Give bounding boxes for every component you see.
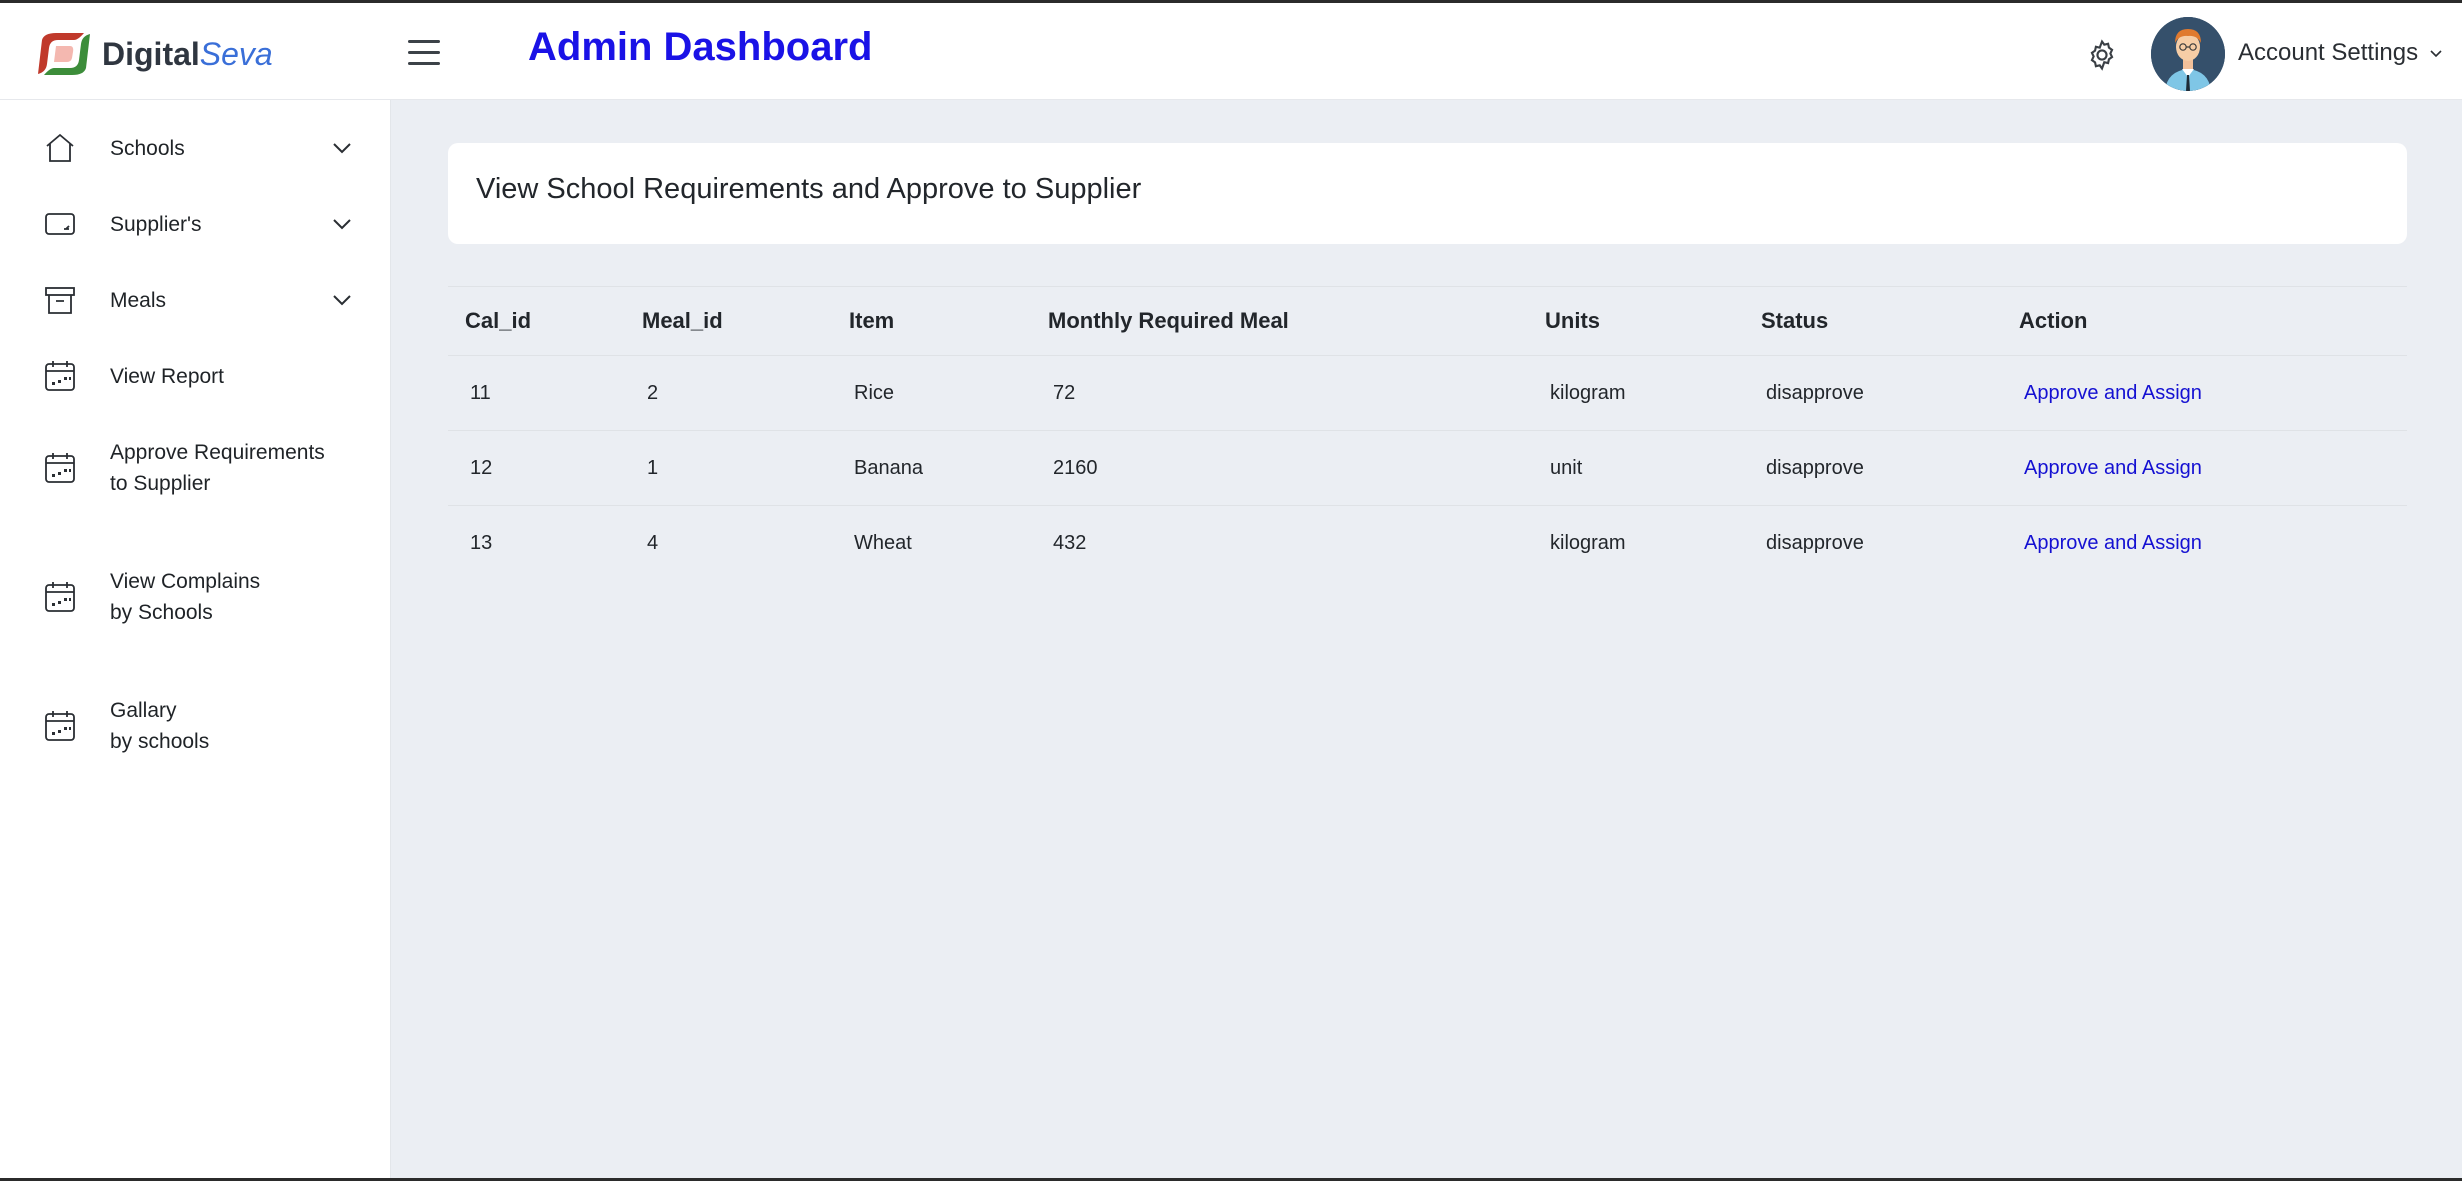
item-cell: Banana: [854, 456, 923, 479]
monthly-required-cell: 432: [1053, 531, 1087, 554]
calendar-icon: [45, 453, 75, 483]
monthly-required-cell: 2160: [1053, 456, 1098, 479]
table-row: 11 2 Rice 72 kilogram disapprove Approve…: [448, 355, 2407, 430]
meal-id-cell: 1: [647, 456, 659, 479]
meal-id-cell: 4: [647, 531, 659, 554]
gear-icon[interactable]: [2085, 38, 2119, 72]
chevron-down-icon: [333, 295, 351, 306]
approve-and-assign-link[interactable]: Approve and Assign: [2024, 457, 2202, 480]
chevron-down-icon: [2430, 50, 2442, 58]
sidebar-item-suppliers[interactable]: Supplier's: [0, 198, 391, 250]
brand-name: DigitalSeva: [102, 35, 273, 72]
status-cell: disapprove: [1766, 381, 1864, 404]
section-header-card: View School Requirements and Approve to …: [448, 143, 2407, 244]
menu-toggle-icon[interactable]: [408, 40, 440, 66]
approve-and-assign-link[interactable]: Approve and Assign: [2024, 532, 2202, 555]
calendar-icon: [45, 711, 75, 741]
sidebar-item-gallary[interactable]: Gallary by schools: [0, 690, 391, 762]
item-cell: Wheat: [854, 531, 912, 554]
cal-id-cell: 12: [470, 456, 493, 479]
archive-icon: [45, 287, 75, 314]
sidebar-item-schools[interactable]: Schools: [0, 122, 391, 174]
avatar[interactable]: [2151, 17, 2225, 91]
status-cell: disapprove: [1766, 456, 1864, 479]
sidebar-item-label: Supplier's: [110, 212, 202, 236]
status-cell: disapprove: [1766, 531, 1864, 554]
sidebar-item-label: Schools: [110, 136, 185, 160]
sidebar-item-label: Approve Requirements to Supplier: [110, 441, 325, 495]
sidebar-item-view-report[interactable]: View Report: [0, 350, 391, 402]
page-title: Admin Dashboard: [528, 25, 873, 69]
sidebar-item-approve-requirements[interactable]: Approve Requirements to Supplier: [0, 432, 391, 504]
sidebar-item-label: View Complains by Schools: [110, 570, 261, 624]
column-header: Monthly Required Meal: [1048, 308, 1289, 333]
table-row: 12 1 Banana 2160 unit disapprove Approve…: [448, 430, 2407, 505]
table-header-row: Cal_id Meal_id Item Monthly Required Mea…: [448, 287, 2407, 355]
column-header: Meal_id: [642, 308, 723, 333]
sidebar-item-meals[interactable]: Meals: [0, 274, 391, 326]
section-title: View School Requirements and Approve to …: [476, 173, 1142, 205]
units-cell: kilogram: [1550, 531, 1626, 554]
sidebar-item-label: Meals: [110, 288, 167, 312]
user-avatar-icon: [2151, 17, 2225, 91]
column-header: Action: [2019, 308, 2088, 333]
sidebar: Schools Supplier's Meals View Report App…: [0, 100, 391, 1178]
sidebar-item-label: View Report: [110, 364, 225, 388]
units-cell: kilogram: [1550, 381, 1626, 404]
column-header: Units: [1545, 308, 1600, 333]
chevron-down-icon: [333, 143, 351, 154]
column-header: Item: [849, 308, 895, 333]
monthly-required-cell: 72: [1053, 381, 1076, 404]
calendar-icon: [45, 361, 75, 391]
account-settings-label: Account Settings: [2238, 39, 2419, 66]
sidebar-item-view-complains[interactable]: View Complains by Schools: [0, 561, 391, 633]
cal-id-cell: 11: [470, 381, 491, 404]
calendar-icon: [45, 582, 75, 612]
requirements-table: Cal_id Meal_id Item Monthly Required Mea…: [448, 286, 2407, 580]
table-row: 13 4 Wheat 432 kilogram disapprove Appro…: [448, 505, 2407, 580]
chevron-down-icon: [333, 219, 351, 230]
brand-logo[interactable]: DigitalSeva: [34, 30, 273, 78]
item-cell: Rice: [854, 381, 895, 404]
digital-seva-logo-icon: [38, 33, 90, 75]
home-icon: [46, 133, 74, 162]
cal-id-cell: 13: [470, 531, 493, 554]
tablet-icon: [45, 213, 75, 235]
approve-and-assign-link[interactable]: Approve and Assign: [2024, 382, 2202, 405]
account-settings-dropdown[interactable]: Account Settings: [2238, 39, 2444, 67]
column-header: Status: [1761, 308, 1829, 333]
sidebar-item-label: Gallary by schools: [110, 699, 210, 753]
column-header: Cal_id: [465, 308, 532, 333]
top-header: DigitalSeva Admin Dashboard Account Sett…: [0, 3, 2462, 100]
units-cell: unit: [1550, 456, 1583, 479]
meal-id-cell: 2: [647, 381, 659, 404]
